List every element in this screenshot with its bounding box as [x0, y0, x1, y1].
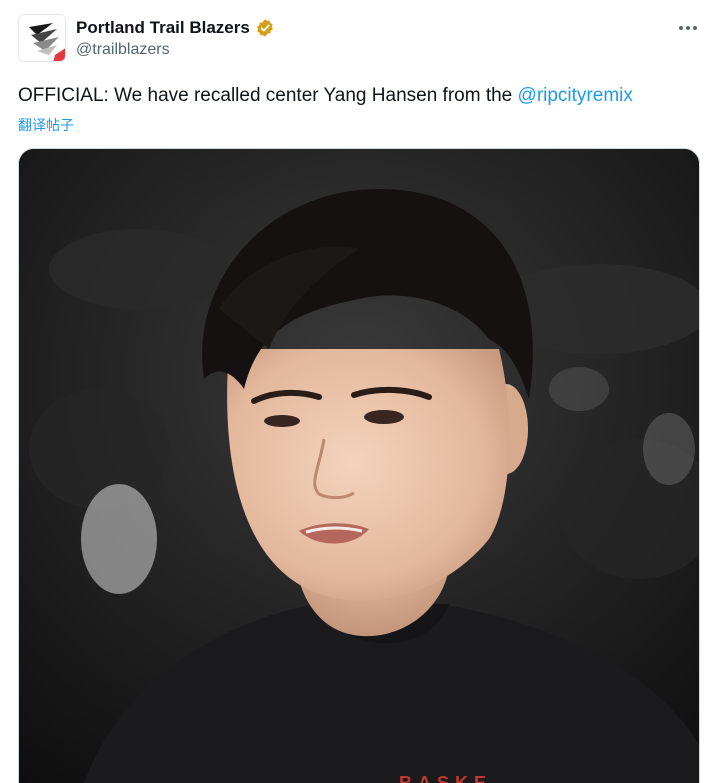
translate-post-link[interactable]: 翻译帖子	[18, 115, 74, 135]
tweet-text-body: OFFICIAL: We have recalled center Yang H…	[18, 85, 518, 106]
tweet-card: Portland Trail Blazers @trailblazers OFF…	[0, 0, 720, 783]
author-info: Portland Trail Blazers @trailblazers	[76, 16, 275, 59]
author-handle[interactable]: @trailblazers	[76, 41, 275, 59]
tweet-header: Portland Trail Blazers @trailblazers	[18, 14, 702, 64]
avatar[interactable]	[18, 14, 66, 62]
verified-badge-icon	[255, 18, 275, 38]
jersey-text: BASKE	[399, 773, 492, 783]
display-name-row: Portland Trail Blazers	[76, 16, 275, 40]
tweet-photo[interactable]: BASKE	[18, 148, 700, 783]
more-options-icon[interactable]	[676, 18, 700, 38]
display-name[interactable]: Portland Trail Blazers	[76, 18, 250, 38]
tweet-text: OFFICIAL: We have recalled center Yang H…	[18, 83, 702, 109]
mention-link[interactable]: @ripcityremix	[518, 85, 633, 106]
player-photo: BASKE	[19, 149, 699, 783]
trail-blazers-logo-icon	[19, 15, 65, 61]
